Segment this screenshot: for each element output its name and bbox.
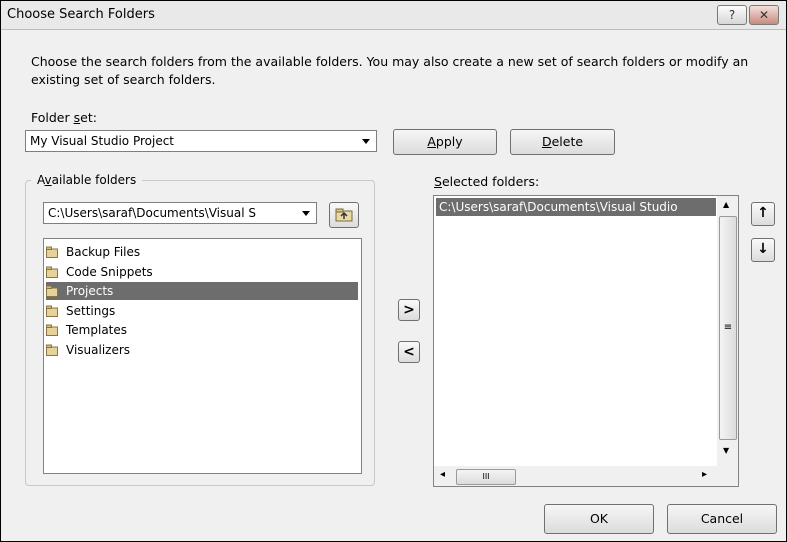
chevron-down-icon [302,211,310,216]
folder-list-item[interactable]: Projects [46,282,358,300]
folder-list-item-label: Backup Files [66,245,141,259]
folder-list-item-label: Projects [66,284,114,298]
folder-icon [46,344,58,356]
folder-icon [46,246,58,258]
folder-icon [46,285,58,297]
up-one-level-button[interactable] [329,202,359,228]
delete-button[interactable]: Delete [510,129,615,155]
folder-list-item[interactable]: Code Snippets [46,263,358,281]
folder-icon [46,324,58,336]
scroll-right-icon[interactable]: ▸ [702,469,707,480]
arrow-down-icon: ↓ [757,241,769,257]
scroll-up-icon[interactable]: ▲ [723,200,729,209]
selected-folders-label: Selected folders: [434,174,540,189]
scroll-corner [717,466,738,486]
vertical-scrollbar[interactable]: ▲ ≡ ▼ [717,196,738,466]
description-text: Choose the search folders from the avail… [31,54,749,87]
folder-list-item-label: Templates [66,323,128,337]
close-icon: ✕ [758,8,770,22]
folder-icon [46,305,58,317]
help-icon: ? [728,8,736,22]
ok-button[interactable]: OK [544,504,654,534]
folder-list-item[interactable]: Backup Files [46,243,358,261]
add-folder-button[interactable]: > [398,299,420,321]
close-button[interactable]: ✕ [749,5,779,25]
folder-list-item[interactable]: Settings [46,302,358,320]
scroll-down-icon[interactable]: ▼ [723,446,729,455]
selected-folder-item[interactable]: C:\Users\saraf\Documents\Visual Studio [436,198,716,216]
folder-set-value: My Visual Studio Project [30,134,174,148]
help-button[interactable]: ? [717,5,747,25]
available-folders-list[interactable]: Backup Files Code Snippets Projects Setting… [43,238,362,474]
arrow-up-icon: ↑ [757,205,769,221]
folder-list-item-label: Visualizers [66,342,131,357]
folder-list-item-label: Settings [66,303,116,318]
folder-list-item[interactable]: Visualizers [46,341,358,359]
move-down-button[interactable]: ↓ [751,238,775,262]
available-path-value: C:\Users\saraf\Documents\Visual S [48,206,256,220]
horizontal-scrollbar[interactable]: ◂ III ▸ [434,466,717,486]
choose-search-folders-dialog: Choose Search Folders ? ✕ Choose the sea… [0,0,787,542]
folder-set-label: Folder set: [31,110,97,125]
folder-set-dropdown[interactable]: My Visual Studio Project [25,130,377,152]
available-path-dropdown[interactable]: C:\Users\saraf\Documents\Visual S [43,202,317,224]
folder-icon [46,266,58,278]
cancel-button[interactable]: Cancel [667,504,777,534]
dialog-title: Choose Search Folders [7,7,155,22]
chevron-left-icon: < [403,344,415,360]
apply-button[interactable]: Apply [393,129,497,155]
selected-folders-list[interactable]: C:\Users\saraf\Documents\Visual Studio ▲… [433,195,739,487]
move-up-button[interactable]: ↑ [751,202,775,226]
title-bar: Choose Search Folders ? ✕ [1,1,786,30]
folder-list-item[interactable]: Templates [46,321,358,339]
horizontal-scroll-thumb[interactable]: III [456,469,516,485]
up-folder-icon [335,208,353,222]
vertical-scroll-thumb[interactable]: ≡ [719,216,737,440]
chevron-right-icon: > [403,302,415,318]
chevron-down-icon [362,139,370,144]
remove-folder-button[interactable]: < [398,341,420,363]
folder-list-item-label: Code Snippets [66,264,153,279]
scroll-left-icon[interactable]: ◂ [440,469,445,480]
available-folders-label: Available folders [31,173,143,187]
